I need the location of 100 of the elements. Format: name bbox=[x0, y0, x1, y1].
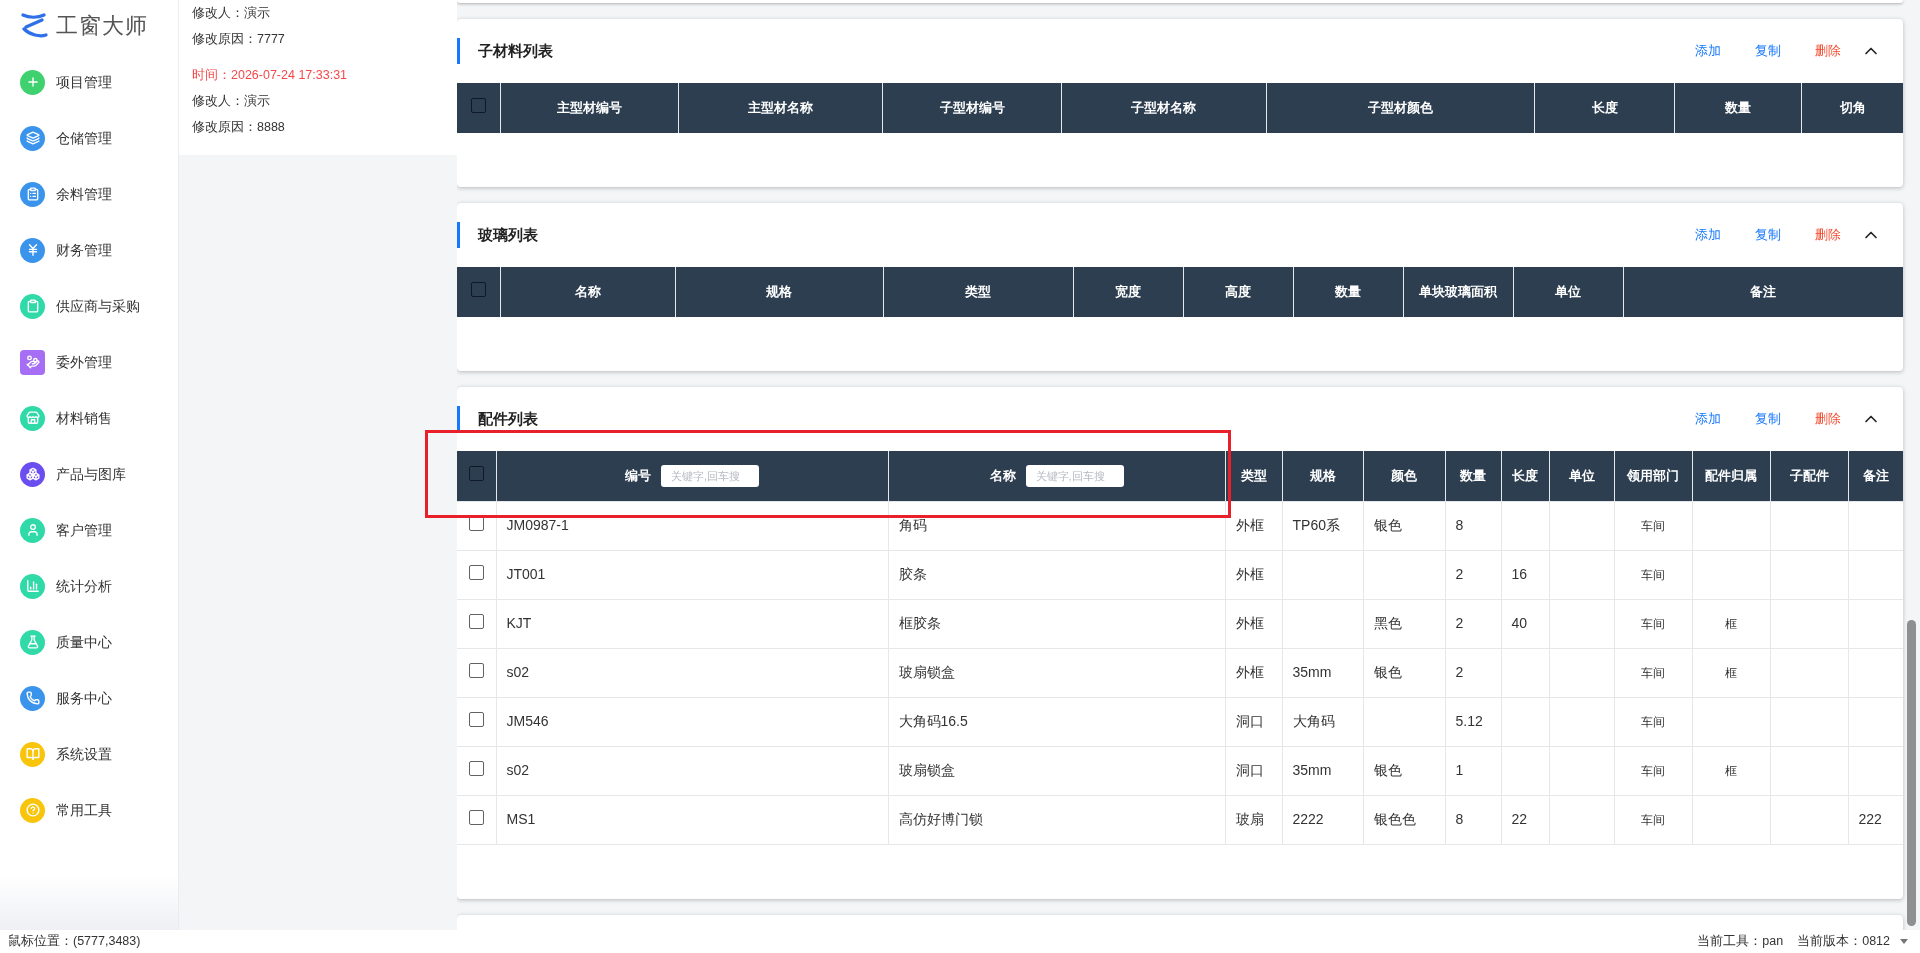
scrollbar-thumb[interactable] bbox=[1907, 620, 1916, 926]
nav-item[interactable]: 常用工具 bbox=[0, 782, 178, 838]
table-cell: 8 bbox=[1455, 517, 1464, 533]
table-cell: 外框 bbox=[1235, 566, 1264, 582]
nav-item[interactable]: 材料销售 bbox=[0, 390, 178, 446]
caret-icon bbox=[1900, 939, 1908, 944]
action-link[interactable]: 添加 bbox=[1695, 409, 1721, 429]
checkbox[interactable] bbox=[468, 564, 484, 580]
action-link[interactable]: 删除 bbox=[1815, 41, 1841, 61]
checkbox[interactable] bbox=[468, 760, 484, 776]
header-cell: 数量 bbox=[1445, 451, 1501, 501]
checkbox[interactable] bbox=[468, 662, 484, 678]
current-tool: 当前工具：pan bbox=[1697, 933, 1784, 951]
cross-icon bbox=[20, 69, 45, 95]
table-cell: s02 bbox=[506, 762, 530, 778]
checkbox[interactable] bbox=[468, 465, 484, 481]
nav-item[interactable]: 统计分析 bbox=[0, 558, 178, 614]
header-cell: 单位 bbox=[1513, 267, 1623, 317]
table-cell: 40 bbox=[1511, 615, 1528, 631]
store-icon bbox=[20, 405, 45, 431]
header-cell: 配件归属 bbox=[1692, 451, 1770, 501]
header-cell: 规格 bbox=[675, 267, 883, 317]
mouse-position: 鼠标位置：(5777,3483) bbox=[8, 933, 141, 951]
table-cell: 5.12 bbox=[1455, 713, 1483, 729]
boxes-icon bbox=[20, 461, 45, 487]
filter-field[interactable]: 关键字,回车搜 bbox=[1025, 464, 1124, 487]
user-icon bbox=[20, 517, 45, 543]
checkbox[interactable] bbox=[468, 613, 484, 629]
table-cell: 框 bbox=[1725, 665, 1737, 680]
table-cell: 2 bbox=[1455, 566, 1464, 582]
action-link[interactable]: 复制 bbox=[1755, 409, 1781, 429]
section-title: 玻璃列表 bbox=[478, 224, 538, 245]
header-cell: 类型 bbox=[883, 267, 1073, 317]
table-cell: 框胶条 bbox=[898, 615, 941, 631]
nav-item[interactable]: 余料管理 bbox=[0, 166, 178, 222]
checkbox[interactable] bbox=[470, 98, 486, 113]
table-cell: JM0987-1 bbox=[506, 517, 569, 533]
current-version: 当前版本：0812 bbox=[1797, 933, 1890, 951]
header-cell: 领用部门 bbox=[1614, 451, 1692, 501]
nav-item[interactable]: 财务管理 bbox=[0, 222, 178, 278]
filter-field[interactable]: 关键字,回车搜 bbox=[661, 464, 759, 487]
table-cell: 外框 bbox=[1235, 615, 1264, 631]
checkbox[interactable] bbox=[468, 809, 484, 825]
action-link[interactable]: 删除 bbox=[1815, 409, 1841, 429]
nav-item[interactable]: 供应商与采购 bbox=[0, 278, 178, 334]
nav-item[interactable]: 质量中心 bbox=[0, 614, 178, 670]
table-cell: 2 bbox=[1455, 615, 1464, 631]
action-link[interactable]: 复制 bbox=[1755, 225, 1781, 245]
header-cell: 主型材编号 bbox=[500, 83, 679, 133]
header-cell: 长度 bbox=[1501, 451, 1549, 501]
nav-item[interactable]: 服务中心 bbox=[0, 670, 178, 726]
action-link[interactable]: 删除 bbox=[1815, 225, 1841, 245]
action-link[interactable]: 添加 bbox=[1695, 225, 1721, 245]
table-cell: 16 bbox=[1511, 566, 1528, 582]
log-text: 修改人：演示 bbox=[192, 93, 271, 110]
header-cell: 高度 bbox=[1183, 267, 1293, 317]
table-cell: 35mm bbox=[1292, 664, 1332, 680]
section-title: 配件列表 bbox=[478, 408, 538, 429]
log-text: 修改原因：7777 bbox=[192, 31, 286, 48]
table-cell: 车间 bbox=[1641, 518, 1665, 533]
action-link[interactable]: 添加 bbox=[1695, 41, 1721, 61]
section-title: 子材料列表 bbox=[478, 40, 553, 61]
table-cell: 玻扇锁盒 bbox=[898, 762, 955, 778]
header-cell: 名称 bbox=[500, 267, 675, 317]
table-cell: 洞口 bbox=[1235, 762, 1264, 778]
nav-item[interactable]: 委外管理 bbox=[0, 334, 178, 390]
table-cell: 大角码16.5 bbox=[898, 713, 968, 729]
table-cell: 222 bbox=[1858, 811, 1882, 827]
table-cell: 外框 bbox=[1235, 517, 1264, 533]
log-text: 修改原因：8888 bbox=[192, 119, 286, 136]
header-cell: 长度 bbox=[1534, 83, 1675, 133]
table-cell: 大角码 bbox=[1292, 713, 1335, 729]
action-link[interactable]: 复制 bbox=[1755, 41, 1781, 61]
table-cell: KJT bbox=[506, 615, 532, 631]
nav-item[interactable]: 产品与图库 bbox=[0, 446, 178, 502]
logo-text: 工窗大师 bbox=[56, 11, 148, 40]
nav-item[interactable]: 仓储管理 bbox=[0, 110, 178, 166]
table-cell: JT001 bbox=[506, 566, 546, 582]
header-cell: 备注 bbox=[1848, 451, 1903, 501]
header-cell: 子型材名称 bbox=[1061, 83, 1267, 133]
help-icon bbox=[20, 797, 45, 823]
flask-icon bbox=[20, 629, 45, 655]
checkbox[interactable] bbox=[470, 282, 486, 297]
table-cell: 车间 bbox=[1641, 714, 1665, 729]
header-cell: 主型材名称 bbox=[678, 83, 883, 133]
table-cell: 银色 bbox=[1373, 517, 1402, 533]
nav-item[interactable]: 项目管理 bbox=[0, 54, 178, 110]
table-cell: 车间 bbox=[1641, 763, 1665, 778]
clipboard-icon bbox=[20, 293, 45, 319]
nav-item[interactable]: 客户管理 bbox=[0, 502, 178, 558]
header-cell: 子型材颜色 bbox=[1266, 83, 1535, 133]
yen-icon bbox=[20, 237, 45, 263]
table-cell: 银色色 bbox=[1373, 811, 1416, 827]
table-cell: 玻扇 bbox=[1235, 811, 1264, 827]
header-cell: 规格 bbox=[1282, 451, 1363, 501]
nav-item[interactable]: 系统设置 bbox=[0, 726, 178, 782]
column-label: 编号 bbox=[625, 467, 651, 485]
header-cell: 数量 bbox=[1674, 83, 1802, 133]
checkbox[interactable] bbox=[468, 711, 484, 727]
table-cell: 2222 bbox=[1292, 811, 1324, 827]
